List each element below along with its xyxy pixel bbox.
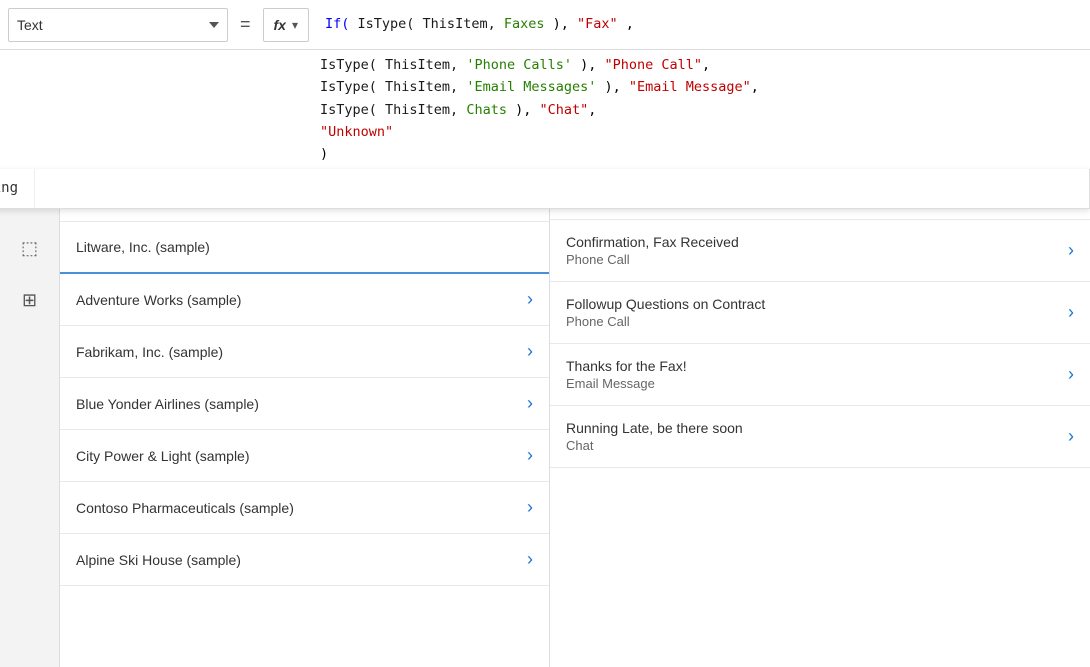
code-line-6: ) xyxy=(320,143,1074,165)
detail-item-title: Followup Questions on Contract xyxy=(566,296,765,312)
layers-icon: ⬚ xyxy=(21,238,38,259)
remove-formatting-button[interactable]: Remove formatting xyxy=(0,169,35,208)
code-line-2: IsType( ThisItem, 'Phone Calls' ), "Phon… xyxy=(320,54,1074,76)
list-item-label: Litware, Inc. (sample) xyxy=(76,239,210,255)
list-item[interactable]: Contoso Pharmaceuticals (sample) › xyxy=(60,482,549,534)
field-type-dropdown[interactable]: Text xyxy=(8,8,228,42)
format-dropdown-menu: Format text Remove formatting xyxy=(0,169,1090,209)
list-item[interactable]: City Power & Light (sample) › xyxy=(60,430,549,482)
list-item-label: Blue Yonder Airlines (sample) xyxy=(76,396,259,412)
list-chevron-icon: › xyxy=(527,289,533,310)
field-type-label: Text xyxy=(17,17,43,33)
detail-item[interactable]: Followup Questions on Contract Phone Cal… xyxy=(550,282,1090,344)
main-content: ☰ ⬚ ⊞ Fourth Coffee (sample) Litware, In… xyxy=(0,170,1090,667)
fx-button[interactable]: fx ▾ xyxy=(263,8,309,42)
dropdown-chevron-icon xyxy=(209,22,219,28)
list-item[interactable]: Fabrikam, Inc. (sample) › xyxy=(60,326,549,378)
code-line-5: "Unknown" xyxy=(320,121,1074,143)
detail-item-title: Thanks for the Fax! xyxy=(566,358,687,374)
left-sidebar: ☰ ⬚ ⊞ xyxy=(0,170,60,667)
list-chevron-icon: › xyxy=(527,393,533,414)
code-line-4: IsType( ThisItem, Chats ), "Chat", xyxy=(320,99,1074,121)
list-item-label: Fabrikam, Inc. (sample) xyxy=(76,344,223,360)
detail-item-subtitle: Email Message xyxy=(566,376,687,391)
fx-chevron: ▾ xyxy=(292,18,298,32)
top-bar: Text = fx ▾ If( IsType( ThisItem, Faxes … xyxy=(0,0,1090,50)
detail-item-subtitle: Phone Call xyxy=(566,314,765,329)
list-chevron-icon: › xyxy=(527,341,533,362)
detail-item-title: Confirmation, Fax Received xyxy=(566,234,739,250)
detail-item[interactable]: Thanks for the Fax! Email Message › xyxy=(550,344,1090,406)
list-item[interactable]: Alpine Ski House (sample) › xyxy=(60,534,549,586)
remove-formatting-label: Remove formatting xyxy=(0,177,18,200)
list-chevron-icon: › xyxy=(527,497,533,518)
grid-icon: ⊞ xyxy=(22,290,37,311)
detail-item-subtitle: Phone Call xyxy=(566,252,739,267)
list-panel: Fourth Coffee (sample) Litware, Inc. (sa… xyxy=(60,170,550,667)
detail-chevron-icon: › xyxy=(1068,302,1074,323)
equals-sign: = xyxy=(236,14,255,35)
list-item-label: Alpine Ski House (sample) xyxy=(76,552,241,568)
detail-item[interactable]: Running Late, be there soon Chat › xyxy=(550,406,1090,468)
list-item[interactable]: Litware, Inc. (sample) xyxy=(60,222,549,274)
sidebar-icon-grid[interactable]: ⊞ xyxy=(12,282,48,318)
detail-item[interactable]: Confirmation, Fax Received Phone Call › xyxy=(550,220,1090,282)
detail-chevron-icon: › xyxy=(1068,426,1074,447)
list-chevron-icon: › xyxy=(527,549,533,570)
detail-chevron-icon: › xyxy=(1068,240,1074,261)
detail-chevron-icon: › xyxy=(1068,364,1074,385)
list-item[interactable]: Adventure Works (sample) › xyxy=(60,274,549,326)
sidebar-icon-layers[interactable]: ⬚ xyxy=(12,230,48,266)
list-item[interactable]: Blue Yonder Airlines (sample) › xyxy=(60,378,549,430)
list-item-label: Adventure Works (sample) xyxy=(76,292,241,308)
list-chevron-icon: › xyxy=(527,445,533,466)
list-item-label: City Power & Light (sample) xyxy=(76,448,250,464)
detail-item-subtitle: Chat xyxy=(566,438,743,453)
code-line-3: IsType( ThisItem, 'Email Messages' ), "E… xyxy=(320,76,1074,98)
list-item-label: Contoso Pharmaceuticals (sample) xyxy=(76,500,294,516)
detail-item-title: Running Late, be there soon xyxy=(566,420,743,436)
detail-panel: Fax › Confirmation, Fax Received Phone C… xyxy=(550,170,1090,667)
fx-icon: fx xyxy=(274,17,286,33)
